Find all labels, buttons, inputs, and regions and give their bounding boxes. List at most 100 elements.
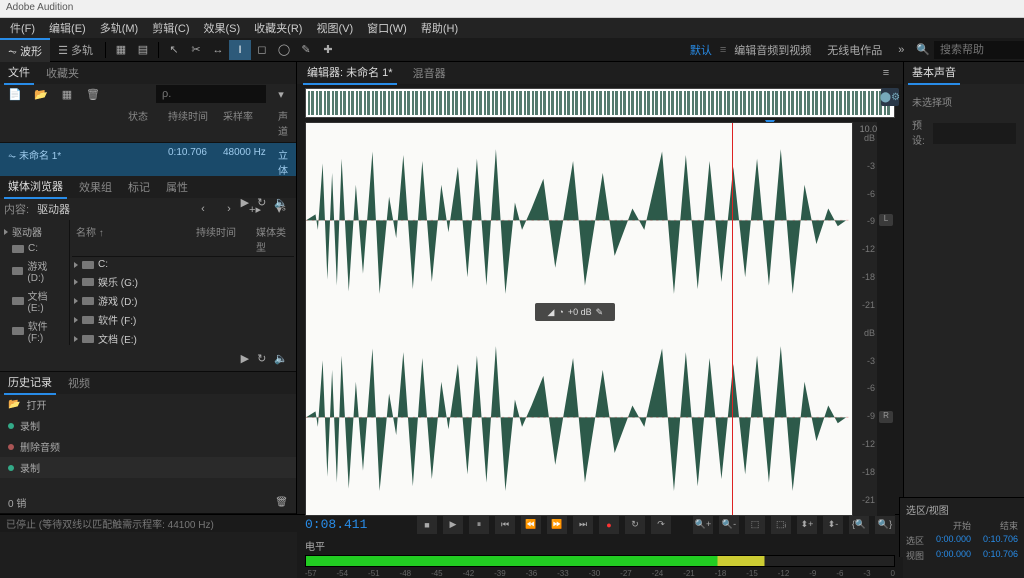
- tab-files[interactable]: 文件: [4, 61, 34, 85]
- tree-c[interactable]: C:: [2, 241, 67, 256]
- list-item[interactable]: 娱乐 (G:): [72, 272, 294, 291]
- tab-markers[interactable]: 标记: [124, 176, 154, 198]
- channel-settings-icon[interactable]: ⬤⚙: [881, 88, 899, 106]
- tab-video[interactable]: 视频: [64, 372, 94, 394]
- menu-multitrack[interactable]: 多轨(M): [94, 18, 145, 38]
- history-item[interactable]: 录制: [0, 415, 296, 436]
- lasso-tool-icon[interactable]: ◯: [273, 40, 295, 60]
- loop-button[interactable]: ↻: [625, 516, 645, 534]
- workspace-default[interactable]: 默认: [682, 42, 720, 58]
- tree-f[interactable]: 软件 (F:): [2, 316, 67, 345]
- menu-view[interactable]: 视图(V): [310, 18, 359, 38]
- left-channel-badge[interactable]: L: [879, 214, 893, 226]
- list-item[interactable]: 游戏 (D:): [72, 291, 294, 310]
- content-value[interactable]: 驱动器: [33, 201, 74, 217]
- menu-file[interactable]: 件(F): [4, 18, 41, 38]
- tab-favorites[interactable]: 收藏夹: [42, 62, 83, 84]
- menu-favorites[interactable]: 收藏夹(R): [248, 18, 308, 38]
- workspace-edit-audio-to-video[interactable]: 编辑音频到视频: [726, 42, 819, 58]
- volume-hud[interactable]: ◢ ◔ +0 dB ✎: [535, 303, 615, 321]
- preset-search-input[interactable]: [933, 123, 1016, 144]
- time-select-tool-icon[interactable]: I: [229, 40, 251, 60]
- tree-e[interactable]: 文档 (E:): [2, 286, 67, 316]
- zoom-in-v-icon[interactable]: ⬍+: [797, 516, 817, 534]
- loop-icon[interactable]: ↻: [257, 352, 266, 365]
- menu-effects[interactable]: 效果(S): [198, 18, 247, 38]
- import-icon[interactable]: 🗑: [82, 84, 104, 104]
- zoom-full-icon[interactable]: ⬚: [745, 516, 765, 534]
- brush-tool-icon[interactable]: ✎: [295, 40, 317, 60]
- slip-tool-icon[interactable]: ↔: [207, 40, 229, 60]
- tab-history[interactable]: 历史记录: [4, 371, 56, 395]
- overview-waveform[interactable]: [305, 88, 895, 118]
- pause-button[interactable]: ⏸: [469, 516, 489, 534]
- selection-start[interactable]: 0:00.000: [932, 534, 971, 547]
- menu-window[interactable]: 窗口(W): [361, 18, 413, 38]
- zoom-out-icon[interactable]: 🔍-: [719, 516, 739, 534]
- tab-media-browser[interactable]: 媒体浏览器: [4, 175, 67, 199]
- view-waveform-tab[interactable]: ⏦ 波形: [0, 38, 50, 62]
- editor-menu-icon[interactable]: ≡: [875, 63, 897, 83]
- zoom-sel-icon[interactable]: ⬚ᵢ: [771, 516, 791, 534]
- browser-filter-icon[interactable]: ▾ˢ: [270, 199, 292, 219]
- nav-back-icon[interactable]: ‹: [192, 199, 214, 219]
- history-item[interactable]: 删除音频: [0, 436, 296, 457]
- tab-mixer[interactable]: 混音器: [409, 62, 450, 84]
- go-start-button[interactable]: ⏮: [495, 516, 515, 534]
- view-start[interactable]: 0:00.000: [932, 549, 971, 562]
- stop-button[interactable]: ■: [417, 516, 437, 534]
- list-item[interactable]: 文档 (E:): [72, 329, 294, 345]
- play-button[interactable]: ▶: [443, 516, 463, 534]
- tree-d[interactable]: 游戏 (D:): [2, 256, 67, 286]
- nav-up-icon[interactable]: +▸: [244, 199, 266, 219]
- selection-end[interactable]: 0:10.706: [979, 534, 1018, 547]
- record-button[interactable]: ●: [599, 516, 619, 534]
- open-file-icon[interactable]: 📂: [30, 84, 52, 104]
- zoom-in-point-icon[interactable]: {🔍: [849, 516, 869, 534]
- list-item[interactable]: 软件 (F:): [72, 310, 294, 329]
- skip-selection-button[interactable]: ↷: [651, 516, 671, 534]
- zoom-in-icon[interactable]: 🔍+: [693, 516, 713, 534]
- help-search-input[interactable]: [934, 41, 1024, 59]
- waveform-display[interactable]: ◢ ◔ +0 dB ✎: [305, 122, 853, 516]
- forward-button[interactable]: ⏩: [547, 516, 567, 534]
- level-meter[interactable]: [305, 555, 895, 567]
- menu-edit[interactable]: 编辑(E): [43, 18, 92, 38]
- history-item[interactable]: 录制: [0, 457, 296, 478]
- record-file-icon[interactable]: ▦: [56, 84, 78, 104]
- files-search-input[interactable]: [156, 85, 266, 103]
- zoom-out-point-icon[interactable]: 🔍}: [875, 516, 895, 534]
- right-channel-badge[interactable]: R: [879, 411, 893, 423]
- menu-help[interactable]: 帮助(H): [415, 18, 464, 38]
- playhead-line[interactable]: [732, 123, 733, 515]
- list-item[interactable]: C:: [72, 257, 294, 272]
- tree-drives[interactable]: 驱动器: [2, 222, 67, 241]
- timecode-display[interactable]: 0:08.411: [305, 517, 405, 532]
- view-end[interactable]: 0:10.706: [979, 549, 1018, 562]
- new-file-icon[interactable]: 📄: [4, 84, 26, 104]
- history-item[interactable]: 📂打开: [0, 394, 296, 415]
- filter-icon[interactable]: ▾: [270, 84, 292, 104]
- heal-tool-icon[interactable]: ✚: [317, 40, 339, 60]
- zoom-out-v-icon[interactable]: ⬍-: [823, 516, 843, 534]
- rewind-button[interactable]: ⏪: [521, 516, 541, 534]
- play-icon[interactable]: ▶: [241, 352, 249, 365]
- view-multitrack-tab[interactable]: ☰ 多轨: [50, 39, 101, 61]
- marquee-tool-icon[interactable]: ◻: [251, 40, 273, 60]
- tab-properties[interactable]: 属性: [162, 176, 192, 198]
- tab-essential-sound[interactable]: 基本声音: [908, 61, 960, 85]
- tab-editor[interactable]: 编辑器: 未命名 1*: [303, 61, 397, 85]
- menu-bar: 件(F) 编辑(E) 多轨(M) 剪辑(C) 效果(S) 收藏夹(R) 视图(V…: [0, 18, 1024, 38]
- spectral-freq-icon[interactable]: ▦: [110, 40, 132, 60]
- move-tool-icon[interactable]: ↖: [163, 40, 185, 60]
- workspace-radio[interactable]: 无线电作品: [819, 42, 890, 58]
- tab-effects-rack[interactable]: 效果组: [75, 176, 116, 198]
- menu-clip[interactable]: 剪辑(C): [146, 18, 195, 38]
- go-end-button[interactable]: ⏭: [573, 516, 593, 534]
- razor-tool-icon[interactable]: ✂: [185, 40, 207, 60]
- nav-fwd-icon[interactable]: ›: [218, 199, 240, 219]
- trash-icon[interactable]: 🗑: [275, 497, 288, 508]
- workspace-more-icon[interactable]: »: [890, 40, 912, 60]
- spectral-pitch-icon[interactable]: ▤: [132, 40, 154, 60]
- autoplay-icon[interactable]: 🔈: [274, 352, 288, 365]
